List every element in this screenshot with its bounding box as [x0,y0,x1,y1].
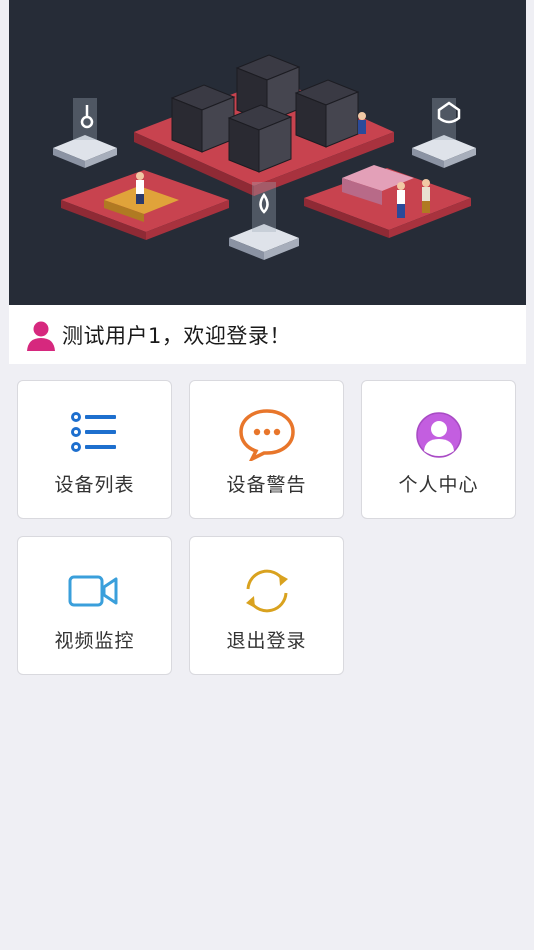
video-camera-icon [68,575,117,607]
welcome-text: 测试用户1，欢迎登录！ [62,323,291,348]
device-list-button[interactable]: 设备列表 [17,380,172,519]
banner-illustration [9,0,526,305]
logout-button[interactable]: 退出登录 [189,536,344,675]
personal-center-button[interactable]: 个人中心 [361,380,516,519]
person-circle-icon [415,412,462,458]
personal-center-label: 个人中心 [398,474,479,496]
video-monitor-label: 视频监控 [54,630,135,652]
list-icon [70,412,116,452]
welcome-bar: 测试用户1，欢迎登录！ [9,305,526,364]
logout-label: 退出登录 [226,630,307,652]
datacenter-illustration [53,54,476,260]
video-monitor-button[interactable]: 视频监控 [17,536,172,675]
refresh-icon [245,569,288,613]
chat-bubble-icon [238,409,295,461]
user-icon [27,321,55,351]
device-warning-label: 设备警告 [226,474,307,496]
device-list-label: 设备列表 [54,474,135,496]
device-warning-button[interactable]: 设备警告 [189,380,344,519]
